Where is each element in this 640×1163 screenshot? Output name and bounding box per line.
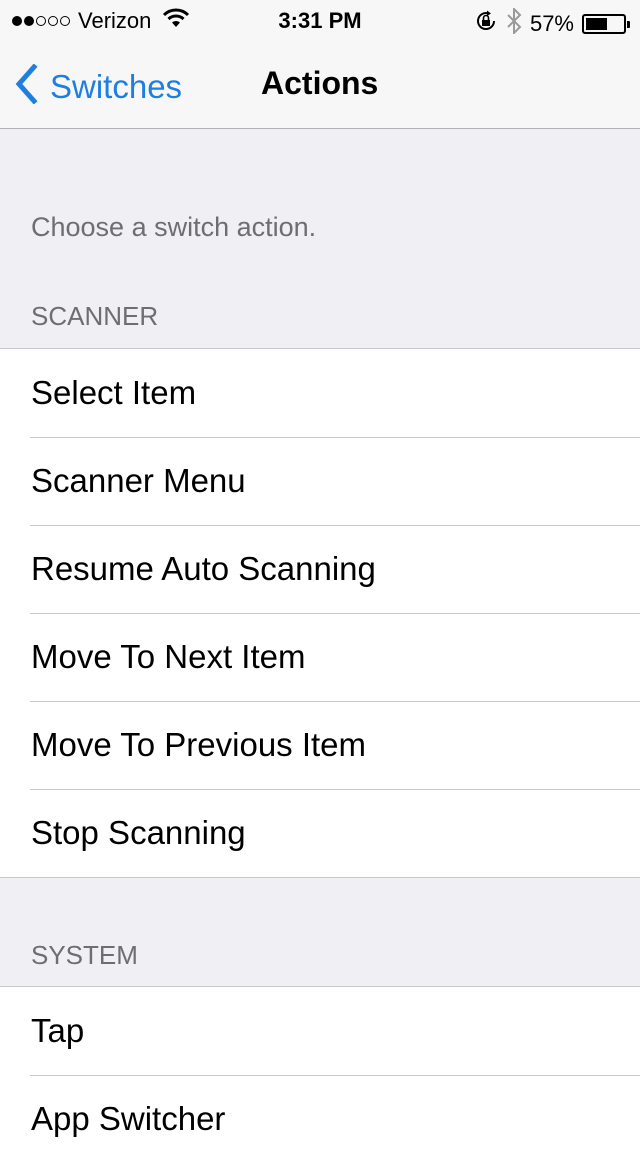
navigation-bar: Switches Actions [0, 40, 640, 129]
back-button[interactable]: Switches [14, 63, 183, 109]
battery-body [582, 14, 626, 34]
battery-tip [627, 20, 630, 28]
scanner-actions-list: Select Item Scanner Menu Resume Auto Sca… [0, 348, 640, 878]
status-bar: Verizon 3:31 PM 57% [0, 0, 640, 40]
list-item-tap[interactable]: Tap [0, 987, 640, 1075]
section-header-scanner: SCANNER [31, 301, 159, 331]
rotation-lock-icon [474, 9, 498, 39]
description-text: Choose a switch action. [31, 212, 317, 242]
back-label: Switches [50, 67, 183, 105]
list-item-stop-scanning[interactable]: Stop Scanning [0, 789, 640, 877]
page-title: Actions [261, 65, 379, 101]
chevron-left-icon [14, 63, 38, 109]
battery-percent: 57% [529, 11, 574, 36]
section-header-system: SYSTEM [31, 940, 138, 970]
list-item-move-to-previous-item[interactable]: Move To Previous Item [0, 701, 640, 789]
battery-icon [582, 14, 630, 34]
status-right: 57% [474, 6, 630, 40]
list-item-move-to-next-item[interactable]: Move To Next Item [0, 613, 640, 701]
list-item-scanner-menu[interactable]: Scanner Menu [0, 437, 640, 525]
battery-fill [586, 18, 607, 30]
bluetooth-icon [506, 6, 522, 40]
system-actions-list: Tap App Switcher [0, 986, 640, 1163]
list-item-app-switcher[interactable]: App Switcher [0, 1075, 640, 1163]
list-item-select-item[interactable]: Select Item [0, 349, 640, 437]
list-item-resume-auto-scanning[interactable]: Resume Auto Scanning [0, 525, 640, 613]
